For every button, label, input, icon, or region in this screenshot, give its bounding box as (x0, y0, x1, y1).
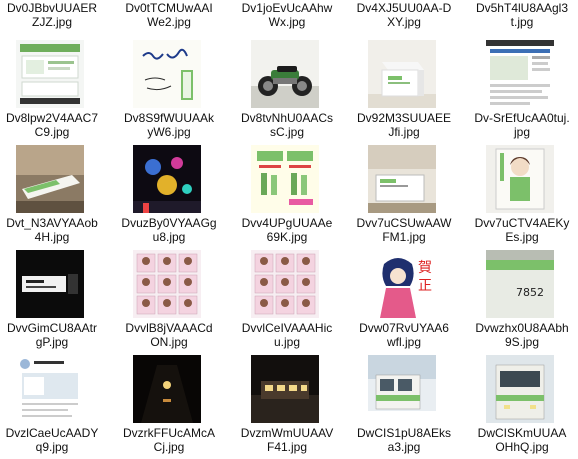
file-thumbnail[interactable] (368, 145, 436, 213)
file-item[interactable]: DwCISKmUUAAOHhQ.jpg (470, 355, 570, 455)
file-name: Dv8lpw2V4AAC7C9.jpg (5, 111, 99, 139)
file-item[interactable]: Dvt_N3AVYAAob4H.jpg (0, 145, 100, 245)
file-name: DvvlCeIVAAAHicu.jpg (241, 321, 333, 349)
file-thumbnail[interactable] (251, 40, 319, 108)
file-thumbnail[interactable] (16, 40, 84, 108)
file-thumbnail[interactable] (486, 355, 554, 423)
file-item[interactable]: DvuzBy0VYAAGgu8.jpg (117, 145, 217, 245)
file-thumbnail[interactable] (16, 355, 84, 423)
file-thumbnail[interactable] (133, 250, 201, 318)
file-name: Dvw07RvUYAA6wfl.jpg (359, 321, 449, 349)
file-item[interactable]: Dvv4UPgUUAAe69K.jpg (235, 145, 335, 245)
file-item[interactable]: Dvv7uCTV4AEKyEs.jpg (470, 145, 570, 245)
file-name: Dv92M3SUUAEEJfi.jpg (356, 111, 452, 139)
file-name: Dv5hT4lU8AAgl3t.jpg (475, 1, 569, 29)
file-name: DvvlB8jVAAACdON.jpg (125, 321, 213, 349)
file-item[interactable]: DvzrkFFUcAMcACj.jpg (117, 355, 217, 455)
file-thumbnail[interactable] (368, 40, 436, 108)
file-thumbnail[interactable] (368, 355, 436, 423)
file-name: DvzlCaeUcAADYq9.jpg (5, 426, 99, 454)
file-name: DwCIS1pU8AEksa3.jpg (356, 426, 452, 454)
file-thumbnail[interactable] (486, 40, 554, 108)
file-name: Dv8tvNhU0AACssC.jpg (240, 111, 334, 139)
file-item[interactable]: DwCIS1pU8AEksa3.jpg (352, 355, 452, 455)
file-item[interactable]: DvvlB8jVAAACdON.jpg (117, 250, 217, 350)
file-name: DvvGimCU8AAtrgP.jpg (6, 321, 97, 349)
file-name: Dvv4UPgUUAAe69K.jpg (241, 216, 333, 244)
file-name: Dvv7uCSUwAAWFM1.jpg (356, 216, 452, 244)
file-grid: Dv0JBbvUUAERZJZ.jpg Dv0tTCMUwAAIWe2.jpg Dv… (0, 0, 578, 459)
file-item[interactable]: Dvv7uCSUwAAWFM1.jpg (352, 145, 452, 245)
file-thumbnail[interactable]: 7852 (486, 250, 554, 318)
file-thumbnail[interactable]: 賀正 (368, 250, 436, 318)
file-thumbnail[interactable] (486, 145, 554, 213)
file-thumbnail[interactable] (251, 145, 319, 213)
file-item[interactable]: Dv-SrEfUcAA0tuj.jpg (470, 40, 570, 140)
file-thumbnail[interactable] (133, 145, 201, 213)
file-item[interactable]: 賀正 Dvw07RvUYAA6wfl.jpg (352, 250, 452, 350)
file-name: Dv-SrEfUcAA0tuj.jpg (474, 111, 570, 139)
svg-text:正: 正 (418, 278, 432, 294)
file-item[interactable]: DvvGimCU8AAtrgP.jpg (0, 250, 100, 350)
svg-text:7852: 7852 (516, 286, 544, 299)
file-name: Dv1joEvUcAAhwWx.jpg (241, 1, 333, 29)
file-thumbnail[interactable] (16, 145, 84, 213)
file-name: DvuzBy0VYAAGgu8.jpg (121, 216, 217, 244)
file-name: DvzmWmUUAAVF41.jpg (240, 426, 334, 454)
file-item[interactable]: 7852 Dvwzhx0U8AAbh9S.jpg (470, 250, 570, 350)
file-thumbnail[interactable] (133, 355, 201, 423)
file-thumbnail[interactable] (16, 250, 84, 318)
file-name: DwCISKmUUAAOHhQ.jpg (477, 426, 567, 454)
svg-text:賀: 賀 (418, 260, 432, 276)
file-name: Dv0tTCMUwAAIWe2.jpg (125, 1, 213, 29)
file-item[interactable]: DvzmWmUUAAVF41.jpg (235, 355, 335, 455)
file-item[interactable]: Dv92M3SUUAEEJfi.jpg (352, 40, 452, 140)
file-name: Dv0JBbvUUAERZJZ.jpg (6, 1, 98, 29)
file-name: Dvv7uCTV4AEKyEs.jpg (474, 216, 570, 244)
file-item[interactable]: Dv8lpw2V4AAC7C9.jpg (0, 40, 100, 140)
file-name: Dvt_N3AVYAAob4H.jpg (6, 216, 98, 244)
file-thumbnail[interactable] (133, 40, 201, 108)
file-name: Dv4XJ5UU0AA-DXY.jpg (356, 1, 452, 29)
file-item[interactable]: Dv8S9fWUUAAkyW6.jpg (117, 40, 217, 140)
file-item[interactable]: Dv8tvNhU0AACssC.jpg (235, 40, 335, 140)
file-name: DvzrkFFUcAMcACj.jpg (123, 426, 215, 454)
file-name: Dvwzhx0U8AAbh9S.jpg (475, 321, 569, 349)
file-name: Dv8S9fWUUAAkyW6.jpg (123, 111, 215, 139)
file-thumbnail[interactable] (251, 355, 319, 423)
file-thumbnail[interactable] (251, 250, 319, 318)
file-item[interactable]: DvzlCaeUcAADYq9.jpg (0, 355, 100, 455)
file-item[interactable]: DvvlCeIVAAAHicu.jpg (235, 250, 335, 350)
